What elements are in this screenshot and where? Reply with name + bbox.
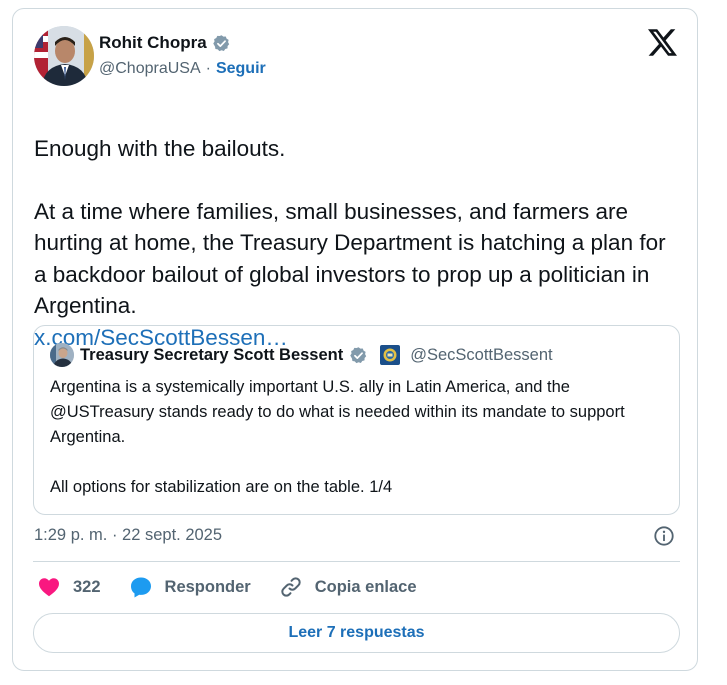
copy-link-label: Copia enlace [314, 577, 417, 596]
divider [33, 561, 680, 562]
read-replies-label: Leer 7 respuestas [288, 624, 425, 641]
like-count: 322 [73, 577, 101, 596]
verified-badge-icon [212, 34, 229, 51]
author-avatar[interactable] [34, 26, 94, 86]
link-icon [281, 577, 301, 597]
treasury-seal-icon [380, 345, 401, 365]
quoted-tweet[interactable]: Treasury Secretary Scott Bessent @SecSco… [33, 325, 680, 515]
heart-icon [39, 578, 59, 597]
quoted-tweet-text: Argentina is a systemically important U.… [50, 378, 625, 496]
copy-link-button[interactable]: Copia enlace [279, 575, 417, 599]
tweet-card: Rohit Chopra @ChopraUSA · Seguir Enough … [12, 8, 698, 671]
tweet-text: Enough with the bailouts. At a time wher… [34, 135, 666, 319]
quoted-author-name: Treasury Secretary Scott Bessent [80, 345, 344, 364]
author-name[interactable]: Rohit Chopra [99, 33, 207, 53]
quoted-author-avatar[interactable] [50, 343, 74, 367]
x-logo-icon[interactable] [648, 29, 677, 56]
reply-label: Responder [164, 577, 251, 596]
handle-separator: · [205, 60, 211, 77]
action-bar: 322 Responder Copia enlace [37, 575, 445, 599]
read-replies-button[interactable]: Leer 7 respuestas [33, 613, 680, 653]
reply-bubble-icon [130, 577, 151, 598]
author-handle-row: @ChopraUSA · Seguir [99, 60, 266, 78]
quoted-author-handle: @SecScottBessent [410, 345, 553, 364]
author-name-row[interactable]: Rohit Chopra [99, 33, 231, 53]
quoted-tweet-header: Treasury Secretary Scott Bessent @SecSco… [50, 343, 553, 367]
reply-button[interactable]: Responder [129, 575, 251, 599]
follow-button[interactable]: Seguir [216, 60, 266, 78]
like-button[interactable]: 322 [37, 575, 101, 599]
tweet-timestamp[interactable]: 1:29 p. m. · 22 sept. 2025 [34, 526, 222, 545]
info-icon[interactable] [653, 525, 675, 547]
verified-badge-icon [350, 346, 367, 363]
author-handle[interactable]: @ChopraUSA [99, 60, 201, 78]
